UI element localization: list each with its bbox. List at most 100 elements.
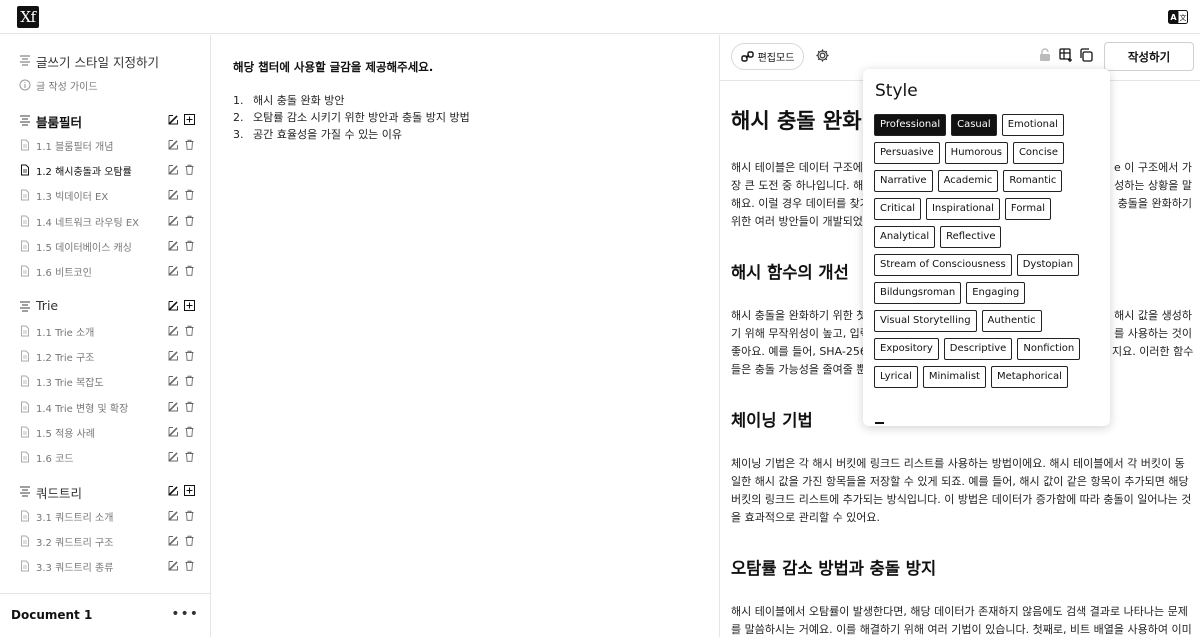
copy-icon[interactable]: [1079, 48, 1093, 62]
sidebar-item[interactable]: 1.4 Trie 변형 및 확장: [0, 397, 210, 417]
edit-icon[interactable]: [168, 240, 179, 251]
style-chip[interactable]: Emotional: [1001, 114, 1064, 136]
sidebar-section-header[interactable]: Trie: [0, 296, 210, 316]
style-chip[interactable]: Bildungsroman: [874, 282, 962, 304]
sidebar-item-writing-guide[interactable]: 글 작성 가이드: [0, 75, 210, 95]
trash-icon[interactable]: [184, 215, 195, 226]
table-add-icon[interactable]: [1059, 48, 1073, 62]
sidebar-section-header[interactable]: 쿼드트리: [0, 481, 210, 501]
sidebar-item[interactable]: 3.1 쿼드트리 소개: [0, 506, 210, 526]
edit-icon[interactable]: [168, 426, 179, 437]
edit-icon[interactable]: [168, 164, 179, 175]
sidebar-item[interactable]: 1.3 빅데이터 EX: [0, 185, 210, 205]
trash-icon[interactable]: [184, 451, 195, 462]
document-title[interactable]: Document 1: [11, 608, 92, 622]
style-chip[interactable]: Casual: [951, 114, 997, 136]
edit-mode-button[interactable]: 편집모드: [731, 43, 804, 70]
sidebar-section-header[interactable]: 블룸필터: [0, 110, 210, 130]
edit-icon[interactable]: [168, 325, 179, 336]
sidebar-item[interactable]: 3.3 쿼드트리 종류: [0, 556, 210, 576]
prompt-text: 해당 챕터에 사용할 글감을 제공해주세요.: [233, 60, 434, 74]
edit-icon[interactable]: [168, 300, 179, 311]
add-icon[interactable]: [184, 300, 195, 311]
trash-icon[interactable]: [184, 164, 195, 175]
edit-icon[interactable]: [168, 139, 179, 150]
app-logo[interactable]: Xf: [17, 6, 39, 28]
write-button[interactable]: 작성하기: [1104, 42, 1194, 71]
style-chip[interactable]: Minimalist: [922, 366, 986, 388]
sidebar-item-writing-style[interactable]: 글쓰기 스타일 지정하기: [0, 50, 210, 70]
sidebar-item[interactable]: 1.6 코드: [0, 447, 210, 467]
style-chip[interactable]: Romantic: [1003, 170, 1063, 192]
more-options-icon[interactable]: •••: [171, 606, 199, 622]
style-chip[interactable]: Visual Storytelling: [874, 310, 977, 332]
style-chip[interactable]: Inspirational: [925, 198, 1000, 220]
style-chip[interactable]: Humorous: [944, 142, 1008, 164]
style-chip[interactable]: Reflective: [940, 226, 1002, 248]
sidebar-item[interactable]: 1.3 Trie 복잡도: [0, 371, 210, 391]
style-chip[interactable]: Dystopian: [1016, 254, 1080, 276]
style-chip[interactable]: Nonfiction: [1017, 338, 1081, 360]
edit-icon[interactable]: [168, 350, 179, 361]
trash-icon[interactable]: [184, 510, 195, 521]
trash-icon[interactable]: [184, 240, 195, 251]
style-chip[interactable]: Metaphorical: [990, 366, 1068, 388]
style-chip[interactable]: Lyrical: [874, 366, 918, 388]
gear-icon[interactable]: [815, 48, 830, 63]
document-icon: [19, 265, 31, 277]
style-chip[interactable]: Concise: [1012, 142, 1065, 164]
trash-icon[interactable]: [184, 535, 195, 546]
style-chip[interactable]: Narrative: [874, 170, 933, 192]
edit-icon[interactable]: [168, 510, 179, 521]
style-chip[interactable]: Expository: [874, 338, 939, 360]
trash-icon[interactable]: [184, 139, 195, 150]
document-icon: [19, 426, 31, 438]
style-chip[interactable]: Engaging: [966, 282, 1026, 304]
style-chip[interactable]: Authentic: [981, 310, 1042, 332]
edit-icon[interactable]: [168, 535, 179, 546]
list-item[interactable]: 3. 공간 효율성을 가질 수 있는 이유: [233, 126, 470, 143]
sidebar-item[interactable]: 1.2 Trie 구조: [0, 346, 210, 366]
trash-icon[interactable]: [184, 265, 195, 276]
sidebar-item[interactable]: 1.5 적용 사례: [0, 422, 210, 442]
add-icon[interactable]: [184, 114, 195, 125]
style-chip[interactable]: Critical: [874, 198, 921, 220]
sidebar-item[interactable]: 1.1 Trie 소개: [0, 321, 210, 341]
style-chip[interactable]: Formal: [1004, 198, 1052, 220]
list-item[interactable]: 2. 오탐률 감소 시키기 위한 방안과 충돌 방지 방법: [233, 109, 470, 126]
style-chip[interactable]: Descriptive: [943, 338, 1013, 360]
edit-icon[interactable]: [168, 114, 179, 125]
trash-icon[interactable]: [184, 401, 195, 412]
edit-icon[interactable]: [168, 560, 179, 571]
trash-icon[interactable]: [184, 375, 195, 387]
style-chip[interactable]: Analytical: [874, 226, 936, 248]
edit-icon[interactable]: [168, 189, 179, 200]
edit-icon[interactable]: [168, 451, 179, 462]
sidebar-item[interactable]: 1.1 블룸필터 개념: [0, 135, 210, 155]
sidebar-item[interactable]: 3.2 쿼드트리 구조: [0, 531, 210, 551]
trash-icon[interactable]: [184, 325, 195, 336]
edit-icon[interactable]: [168, 215, 179, 226]
style-chip[interactable]: Persuasive: [874, 142, 940, 164]
style-chip[interactable]: Academic: [937, 170, 999, 192]
material-list[interactable]: 1. 해시 충돌 완화 방안 2. 오탐률 감소 시키기 위한 방안과 충돌 방지 …: [233, 92, 470, 143]
edit-icon[interactable]: [168, 265, 179, 276]
style-chip[interactable]: Stream of Consciousness: [874, 254, 1012, 276]
sidebar-item[interactable]: 1.4 네트워크 라우팅 EX: [0, 211, 210, 231]
style-chip[interactable]: Professional: [874, 114, 947, 136]
trash-icon[interactable]: [184, 350, 195, 361]
sidebar-item[interactable]: 1.5 데이터베이스 캐싱: [0, 236, 210, 256]
unlock-icon[interactable]: [1038, 48, 1052, 62]
edit-icon[interactable]: [168, 375, 179, 386]
trash-icon[interactable]: [184, 189, 195, 201]
doc-paragraph-right: 해시 값을 생성하 를 사용하는 것이 지요. 이러한 함수: [1112, 309, 1194, 358]
sidebar-item[interactable]: 1.2 해시충돌과 오탐률: [0, 160, 210, 180]
translate-icon[interactable]: A 文: [1168, 10, 1188, 24]
list-item[interactable]: 1. 해시 충돌 완화 방안: [233, 92, 470, 109]
trash-icon[interactable]: [184, 560, 195, 572]
edit-icon[interactable]: [168, 485, 179, 496]
trash-icon[interactable]: [184, 426, 195, 437]
edit-icon[interactable]: [168, 401, 179, 412]
sidebar-item[interactable]: 1.6 비트코인: [0, 261, 210, 281]
add-icon[interactable]: [184, 485, 195, 496]
